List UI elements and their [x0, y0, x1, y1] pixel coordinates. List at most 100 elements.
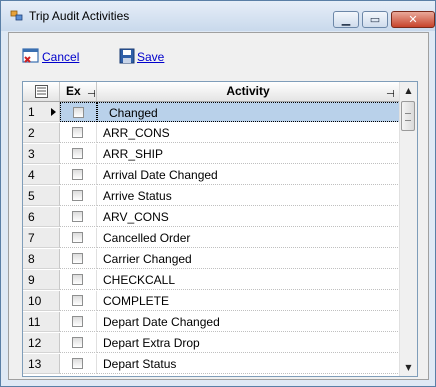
minimize-button[interactable]: ▁	[333, 11, 359, 28]
row-number[interactable]: 5	[23, 186, 60, 206]
table-row[interactable]: 6 ARV_CONS	[23, 207, 400, 228]
table-row[interactable]: 4 Arrival Date Changed	[23, 165, 400, 186]
table-row[interactable]: 10 COMPLETE	[23, 291, 400, 312]
table-row[interactable]: 12 Depart Extra Drop	[23, 333, 400, 354]
row-number[interactable]: 8	[23, 249, 60, 269]
row-number-label: 11	[28, 315, 41, 329]
ex-cell	[60, 186, 97, 206]
ex-checkbox[interactable]	[73, 107, 84, 118]
ex-cell	[60, 312, 97, 332]
ex-checkbox[interactable]	[72, 337, 83, 348]
activity-cell[interactable]: Arrive Status	[97, 186, 400, 206]
table-row[interactable]: 1 Changed	[23, 102, 400, 123]
activity-cell[interactable]: Cancelled Order	[97, 228, 400, 248]
ex-checkbox[interactable]	[72, 211, 83, 222]
row-number-label: 10	[28, 294, 42, 308]
row-number-label: 12	[28, 336, 42, 350]
row-number[interactable]: 2	[23, 123, 60, 143]
activity-cell[interactable]: ARR_CONS	[97, 123, 400, 143]
row-number[interactable]: 11	[23, 312, 60, 332]
ex-checkbox[interactable]	[72, 358, 83, 369]
maximize-button[interactable]: ▭	[362, 11, 388, 28]
current-row-icon	[51, 108, 56, 116]
ex-cell	[60, 249, 97, 269]
activity-cell[interactable]: Changed	[97, 102, 400, 122]
activity-cell[interactable]: Depart Status	[97, 354, 400, 374]
ex-checkbox[interactable]	[72, 316, 83, 327]
row-number[interactable]: 6	[23, 207, 60, 227]
ex-checkbox[interactable]	[72, 127, 83, 138]
activity-cell[interactable]: COMPLETE	[97, 291, 400, 311]
table-row[interactable]: 11 Depart Date Changed	[23, 312, 400, 333]
row-number[interactable]: 1	[23, 102, 60, 122]
row-number[interactable]: 3	[23, 144, 60, 164]
title-bar[interactable]: Trip Audit Activities ▁ ▭ ✕	[1, 1, 435, 31]
column-header-activity[interactable]: Activity ⊣	[97, 82, 400, 101]
row-number[interactable]: 10	[23, 291, 60, 311]
minimize-icon: ▁	[341, 13, 351, 26]
row-number-label: 9	[28, 273, 35, 287]
activity-cell[interactable]: ARV_CONS	[97, 207, 400, 227]
row-number-label: 8	[28, 252, 35, 266]
row-number-label: 2	[28, 126, 35, 140]
ex-cell	[60, 207, 97, 227]
row-number-label: 13	[28, 357, 42, 371]
row-number-label: 3	[28, 147, 35, 161]
table-row[interactable]: 5 Arrive Status	[23, 186, 400, 207]
table-row[interactable]: 8 Carrier Changed	[23, 249, 400, 270]
ex-checkbox[interactable]	[72, 190, 83, 201]
cancel-icon	[22, 48, 39, 63]
window-title: Trip Audit Activities	[29, 9, 130, 23]
activity-cell[interactable]: ARR_SHIP	[97, 144, 400, 164]
client-area: Cancel Save Ex ⊣ Activity ⊣ 1 Changed 2 …	[8, 32, 429, 380]
close-button[interactable]: ✕	[391, 11, 435, 28]
scroll-up-icon: ▲	[405, 86, 412, 95]
dialog-window: Trip Audit Activities ▁ ▭ ✕ Cancel Save	[0, 0, 436, 387]
vertical-scrollbar[interactable]: ▲ ▼	[399, 82, 417, 376]
row-number-label: 4	[28, 168, 35, 182]
ex-cell	[60, 270, 97, 290]
activity-cell[interactable]: Arrival Date Changed	[97, 165, 400, 185]
activity-cell[interactable]: CHECKCALL	[97, 270, 400, 290]
close-icon: ✕	[408, 13, 418, 26]
app-icon	[10, 10, 23, 21]
row-number[interactable]: 13	[23, 354, 60, 374]
table-row[interactable]: 13 Depart Status	[23, 354, 400, 375]
activity-header-label: Activity	[226, 84, 270, 98]
row-number-label: 6	[28, 210, 35, 224]
scroll-thumb[interactable]	[401, 101, 415, 131]
maximize-icon: ▭	[369, 13, 381, 26]
column-header-ex[interactable]: Ex ⊣	[60, 82, 97, 101]
ex-cell	[60, 291, 97, 311]
ex-cell	[60, 354, 97, 374]
scroll-down-button[interactable]: ▼	[400, 359, 417, 376]
scroll-up-button[interactable]: ▲	[400, 82, 417, 99]
table-row[interactable]: 9 CHECKCALL	[23, 270, 400, 291]
activities-grid[interactable]: Ex ⊣ Activity ⊣ 1 Changed 2 ARR_CONS 3 ARR_SH…	[22, 81, 418, 377]
ex-cell	[60, 123, 97, 143]
ex-checkbox[interactable]	[72, 169, 83, 180]
column-chooser-button[interactable]	[23, 82, 60, 101]
row-number-label: 5	[28, 189, 35, 203]
row-number[interactable]: 9	[23, 270, 60, 290]
row-number[interactable]: 4	[23, 165, 60, 185]
table-row[interactable]: 2 ARR_CONS	[23, 123, 400, 144]
ex-checkbox[interactable]	[72, 295, 83, 306]
ex-checkbox[interactable]	[72, 274, 83, 285]
ex-cell	[60, 165, 97, 185]
ex-checkbox[interactable]	[72, 148, 83, 159]
activity-cell[interactable]: Carrier Changed	[97, 249, 400, 269]
table-row[interactable]: 7 Cancelled Order	[23, 228, 400, 249]
table-row[interactable]: 3 ARR_SHIP	[23, 144, 400, 165]
ex-checkbox[interactable]	[72, 232, 83, 243]
activity-cell[interactable]: Depart Date Changed	[97, 312, 400, 332]
row-number-label: 7	[28, 231, 35, 245]
ex-cell	[60, 102, 97, 122]
row-number[interactable]: 12	[23, 333, 60, 353]
activity-cell[interactable]: Depart Extra Drop	[97, 333, 400, 353]
ex-cell	[60, 228, 97, 248]
ex-cell	[60, 144, 97, 164]
row-number[interactable]: 7	[23, 228, 60, 248]
column-chooser-icon	[35, 85, 48, 98]
ex-checkbox[interactable]	[72, 253, 83, 264]
